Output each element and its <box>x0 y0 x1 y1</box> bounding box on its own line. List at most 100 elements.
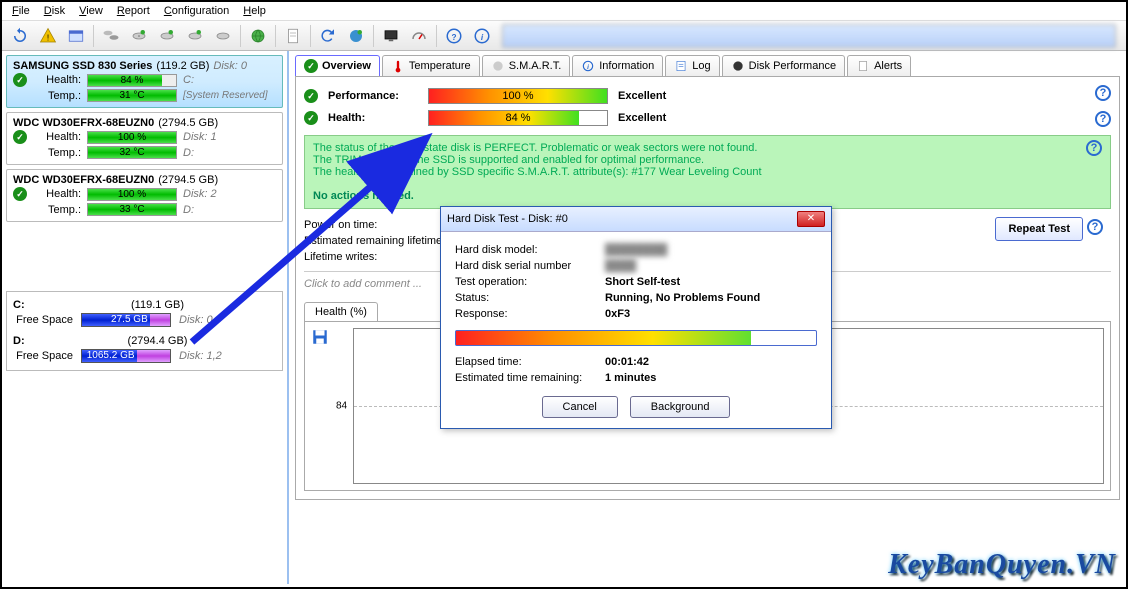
check-icon <box>304 89 318 103</box>
help-icon[interactable]: ? <box>1087 219 1103 235</box>
volume-capacity: (119.1 GB) <box>39 299 276 311</box>
disk-number: Disk: 2 <box>183 188 217 200</box>
thermometer-icon <box>391 59 405 73</box>
chart-tab-health[interactable]: Health (%) <box>304 302 378 321</box>
gauge-icon[interactable] <box>406 24 432 48</box>
disk-capacity: (2794.5 GB) <box>158 174 218 186</box>
health-bar: 84 % <box>428 110 608 126</box>
check-icon <box>13 187 27 201</box>
model-label: Hard disk model: <box>455 244 605 256</box>
status-label: Status: <box>455 292 605 304</box>
disk-card-2[interactable]: WDC WD30EFRX-68EUZN0 (2794.5 GB) Health:… <box>6 169 283 222</box>
system-reserved-label: [System Reserved] <box>183 90 267 101</box>
help-icon[interactable]: ? <box>1086 140 1102 156</box>
document-icon[interactable] <box>280 24 306 48</box>
test-progress-bar <box>455 330 817 346</box>
temp-label: Temp.: <box>33 90 81 102</box>
left-panel: SAMSUNG SSD 830 Series (119.2 GB) Disk: … <box>2 51 289 584</box>
refresh-icon[interactable] <box>7 24 33 48</box>
menu-help[interactable]: Help <box>243 5 266 17</box>
status-line: The TRIM feature of the SSD is supported… <box>313 154 1102 166</box>
dialog-titlebar[interactable]: Hard Disk Test - Disk: #0 ✕ <box>441 207 831 232</box>
hard-disk-test-dialog: Hard Disk Test - Disk: #0 ✕ Hard disk mo… <box>440 206 832 429</box>
tabs: Overview Temperature S.M.A.R.T. iInforma… <box>295 55 1120 76</box>
menu-file[interactable]: File <box>12 5 30 17</box>
operation-value: Short Self-test <box>605 276 680 288</box>
check-icon <box>13 73 27 87</box>
disk-icon-1[interactable] <box>126 24 152 48</box>
serial-label: Hard disk serial number <box>455 260 605 272</box>
performance-label: Performance: <box>328 90 418 102</box>
browser-icon[interactable] <box>63 24 89 48</box>
tab-alerts[interactable]: Alerts <box>847 55 911 76</box>
help-icon[interactable]: ? <box>1095 111 1111 127</box>
free-space-label: Free Space <box>13 350 73 362</box>
elapsed-value: 00:01:42 <box>605 356 649 368</box>
cancel-button[interactable]: Cancel <box>542 396 618 418</box>
tab-smart[interactable]: S.M.A.R.T. <box>482 55 571 76</box>
warning-icon[interactable]: ! <box>35 24 61 48</box>
disks-group-icon[interactable] <box>98 24 124 48</box>
status-line: The health is determined by SSD specific… <box>313 166 1102 178</box>
response-value: 0xF3 <box>605 308 630 320</box>
y-axis-label: 84 <box>336 401 347 412</box>
globe-icon[interactable] <box>245 24 271 48</box>
toolbar: ! ? i <box>2 21 1126 51</box>
disk-icon-4[interactable] <box>210 24 236 48</box>
operation-label: Test operation: <box>455 276 605 288</box>
disk-name: WDC WD30EFRX-68EUZN0 <box>13 174 154 186</box>
status-box: ? The status of the solid state disk is … <box>304 135 1111 209</box>
disk-name: SAMSUNG SSD 830 Series <box>13 60 152 72</box>
menu-disk[interactable]: Disk <box>44 5 65 17</box>
refresh2-icon[interactable] <box>315 24 341 48</box>
tab-temperature[interactable]: Temperature <box>382 55 480 76</box>
performance-bar: 100 % <box>428 88 608 104</box>
serial-value: ████ <box>605 260 636 272</box>
disk-icon-3[interactable] <box>182 24 208 48</box>
disk-number: Disk: 0 <box>213 60 247 72</box>
watermark-text: KeyBanQuyen.VN <box>888 549 1116 581</box>
help-icon[interactable]: ? <box>441 24 467 48</box>
check-icon <box>304 111 318 125</box>
close-button[interactable]: ✕ <box>797 211 825 227</box>
info-icon: i <box>581 59 595 73</box>
menu-report[interactable]: Report <box>117 5 150 17</box>
free-space-label: Free Space <box>13 314 73 326</box>
volume-disk: Disk: 0 <box>179 314 213 326</box>
drive-letter: D: <box>183 204 194 216</box>
save-icon[interactable] <box>311 328 329 346</box>
svg-text:?: ? <box>451 32 456 41</box>
monitor-icon[interactable] <box>378 24 404 48</box>
disk-card-0[interactable]: SAMSUNG SSD 830 Series (119.2 GB) Disk: … <box>6 55 283 108</box>
status-value: Running, No Problems Found <box>605 292 760 304</box>
response-label: Response: <box>455 308 605 320</box>
volume-letter: C: <box>13 299 31 311</box>
disk-card-1[interactable]: WDC WD30EFRX-68EUZN0 (2794.5 GB) Health:… <box>6 112 283 165</box>
tab-disk-performance[interactable]: Disk Performance <box>722 55 845 76</box>
disk-capacity: (2794.5 GB) <box>158 117 218 129</box>
svg-text:!: ! <box>47 33 49 42</box>
toolbar-banner <box>502 24 1116 48</box>
globe2-icon[interactable] <box>343 24 369 48</box>
disk-capacity: (119.2 GB) <box>156 60 209 72</box>
gauge-icon <box>731 59 745 73</box>
menu-view[interactable]: View <box>79 5 103 17</box>
menu-configuration[interactable]: Configuration <box>164 5 229 17</box>
info-icon[interactable]: i <box>469 24 495 48</box>
help-icon[interactable]: ? <box>1095 85 1111 101</box>
check-icon <box>13 130 27 144</box>
health-label: Health: <box>328 112 418 124</box>
volume-letter: D: <box>13 335 31 347</box>
disk-name: WDC WD30EFRX-68EUZN0 <box>13 117 154 129</box>
background-button[interactable]: Background <box>630 396 731 418</box>
drive-letter: C: <box>183 74 194 86</box>
disk-icon-2[interactable] <box>154 24 180 48</box>
tab-information[interactable]: iInformation <box>572 55 663 76</box>
tab-log[interactable]: Log <box>665 55 719 76</box>
tab-overview[interactable]: Overview <box>295 55 380 76</box>
status-line: The status of the solid state disk is PE… <box>313 142 1102 154</box>
health-rating: Excellent <box>618 112 666 124</box>
volume-disk: Disk: 1,2 <box>179 350 222 362</box>
eta-value: 1 minutes <box>605 372 656 384</box>
repeat-test-button[interactable]: Repeat Test <box>995 217 1083 241</box>
